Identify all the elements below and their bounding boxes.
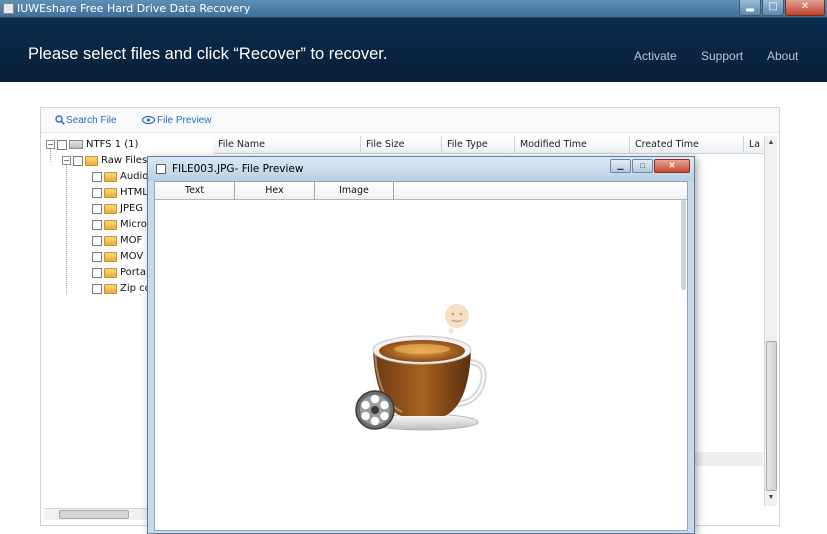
folder-icon (104, 203, 117, 214)
tree-horizontal-scrollbar[interactable] (44, 508, 151, 520)
scroll-up-icon[interactable]: ▲ (765, 137, 777, 149)
scroll-down-icon[interactable]: ▼ (765, 492, 777, 504)
folder-icon (104, 219, 117, 230)
window-controls: ▂ □ ✕ (738, 0, 825, 17)
about-link[interactable]: About (767, 49, 798, 63)
folder-icon (104, 187, 117, 198)
smiley-bubble-icon (445, 304, 469, 328)
tree-item-mof[interactable]: MOF (90, 235, 142, 251)
tree-item-mov[interactable]: MOV (90, 251, 143, 267)
checkbox[interactable] (73, 155, 83, 166)
film-reel-icon (355, 390, 395, 430)
tab-image[interactable]: Image (315, 182, 394, 200)
folder-icon (104, 267, 117, 278)
column-modified-time[interactable]: Modified Time (515, 136, 630, 154)
table-vertical-scrollbar[interactable]: ▲ ▼ (764, 136, 777, 506)
file-preview-link[interactable]: File Preview (157, 115, 211, 126)
dialog-title-bar: FILE003.JPG- File Preview ▁ □ ✕ (148, 157, 694, 181)
column-file-type[interactable]: File Type (442, 136, 515, 154)
checkbox[interactable] (92, 203, 102, 214)
checkbox[interactable] (92, 283, 102, 294)
dialog-maximize-button[interactable]: □ (632, 159, 653, 173)
eye-icon[interactable] (141, 115, 156, 128)
collapse-icon[interactable]: − (46, 140, 55, 149)
tree-item-ntfs[interactable]: − NTFS 1 (1) (46, 139, 138, 155)
tree-item-label: JPEG (120, 203, 144, 214)
folder-icon (104, 235, 117, 246)
activate-link[interactable]: Activate (634, 49, 677, 63)
title-bar: IUWEshare Free Hard Drive Data Recovery … (0, 0, 827, 18)
folder-icon (104, 171, 117, 182)
drive-icon (69, 140, 83, 149)
tree-item-portal[interactable]: Portal (90, 267, 149, 283)
scroll-thumb[interactable] (59, 510, 129, 519)
checkbox[interactable] (92, 267, 102, 278)
tree-item-zip[interactable]: Zip co (90, 283, 151, 299)
instruction-text: Please select files and click “Recover” … (28, 45, 388, 63)
tree-item-label: Portal (120, 267, 149, 278)
folder-icon (85, 155, 98, 166)
preview-area: Text Hex Image (154, 181, 688, 531)
maximize-button[interactable]: □ (762, 0, 784, 16)
checkbox[interactable] (92, 219, 102, 230)
app-icon (3, 3, 14, 14)
tree-item-html[interactable]: HTML (90, 187, 148, 203)
checkbox[interactable] (92, 235, 102, 246)
table-row[interactable] (693, 452, 763, 466)
search-icon[interactable] (55, 115, 65, 128)
column-created-time[interactable]: Created Time (630, 136, 744, 154)
tab-text[interactable]: Text (155, 182, 235, 200)
checkbox[interactable] (92, 187, 102, 198)
toolbar: Search File File Preview (41, 108, 779, 133)
scroll-thumb[interactable] (681, 200, 686, 290)
tree-item-label: NTFS 1 (1) (86, 139, 139, 150)
folder-icon (104, 283, 117, 294)
window-title: IUWEshare Free Hard Drive Data Recovery (17, 2, 251, 15)
close-button[interactable]: ✕ (785, 0, 825, 16)
preview-tabs: Text Hex Image (155, 182, 687, 200)
column-file-name[interactable]: File Name (213, 136, 361, 154)
preview-scrollbar[interactable] (681, 200, 687, 290)
checkbox[interactable] (57, 139, 67, 150)
column-last[interactable]: La (744, 136, 766, 154)
dialog-close-button[interactable]: ✕ (654, 159, 690, 173)
tab-hex[interactable]: Hex (235, 182, 315, 200)
dialog-minimize-button[interactable]: ▁ (610, 159, 631, 173)
tree-item-label: MOV (120, 251, 144, 262)
tree-item-jpeg[interactable]: JPEG (90, 203, 143, 219)
tree-item-audio[interactable]: Audio (90, 171, 148, 187)
tree-item-label: Raw Files (101, 155, 148, 166)
dialog-title: FILE003.JPG- File Preview (172, 163, 304, 175)
search-file-link[interactable]: Search File (66, 115, 117, 126)
app-window: IUWEshare Free Hard Drive Data Recovery … (0, 0, 827, 534)
folder-icon (104, 251, 117, 262)
file-preview-dialog: FILE003.JPG- File Preview ▁ □ ✕ Text Hex… (147, 156, 695, 534)
file-table-header: File Name File Size File Type Modified T… (213, 136, 766, 154)
column-file-size[interactable]: File Size (361, 136, 442, 154)
preview-image (355, 304, 487, 431)
dialog-controls: ▁ □ ✕ (609, 159, 690, 173)
tree-item-micro[interactable]: Micro (90, 219, 147, 235)
support-link[interactable]: Support (701, 49, 743, 63)
checkbox[interactable] (92, 251, 102, 262)
tree-item-label: HTML (120, 187, 148, 198)
tree-item-label: Micro (120, 219, 147, 230)
collapse-icon[interactable]: − (62, 156, 71, 165)
tree-item-raw-files[interactable]: − Raw Files (62, 155, 147, 171)
tree-item-label: Audio (120, 171, 149, 182)
header-banner: Please select files and click “Recover” … (0, 18, 827, 82)
scroll-thumb[interactable] (766, 341, 777, 491)
tree-item-label: MOF (120, 235, 143, 246)
dialog-icon (156, 164, 166, 174)
minimize-button[interactable]: ▂ (739, 0, 761, 16)
checkbox[interactable] (92, 171, 102, 182)
